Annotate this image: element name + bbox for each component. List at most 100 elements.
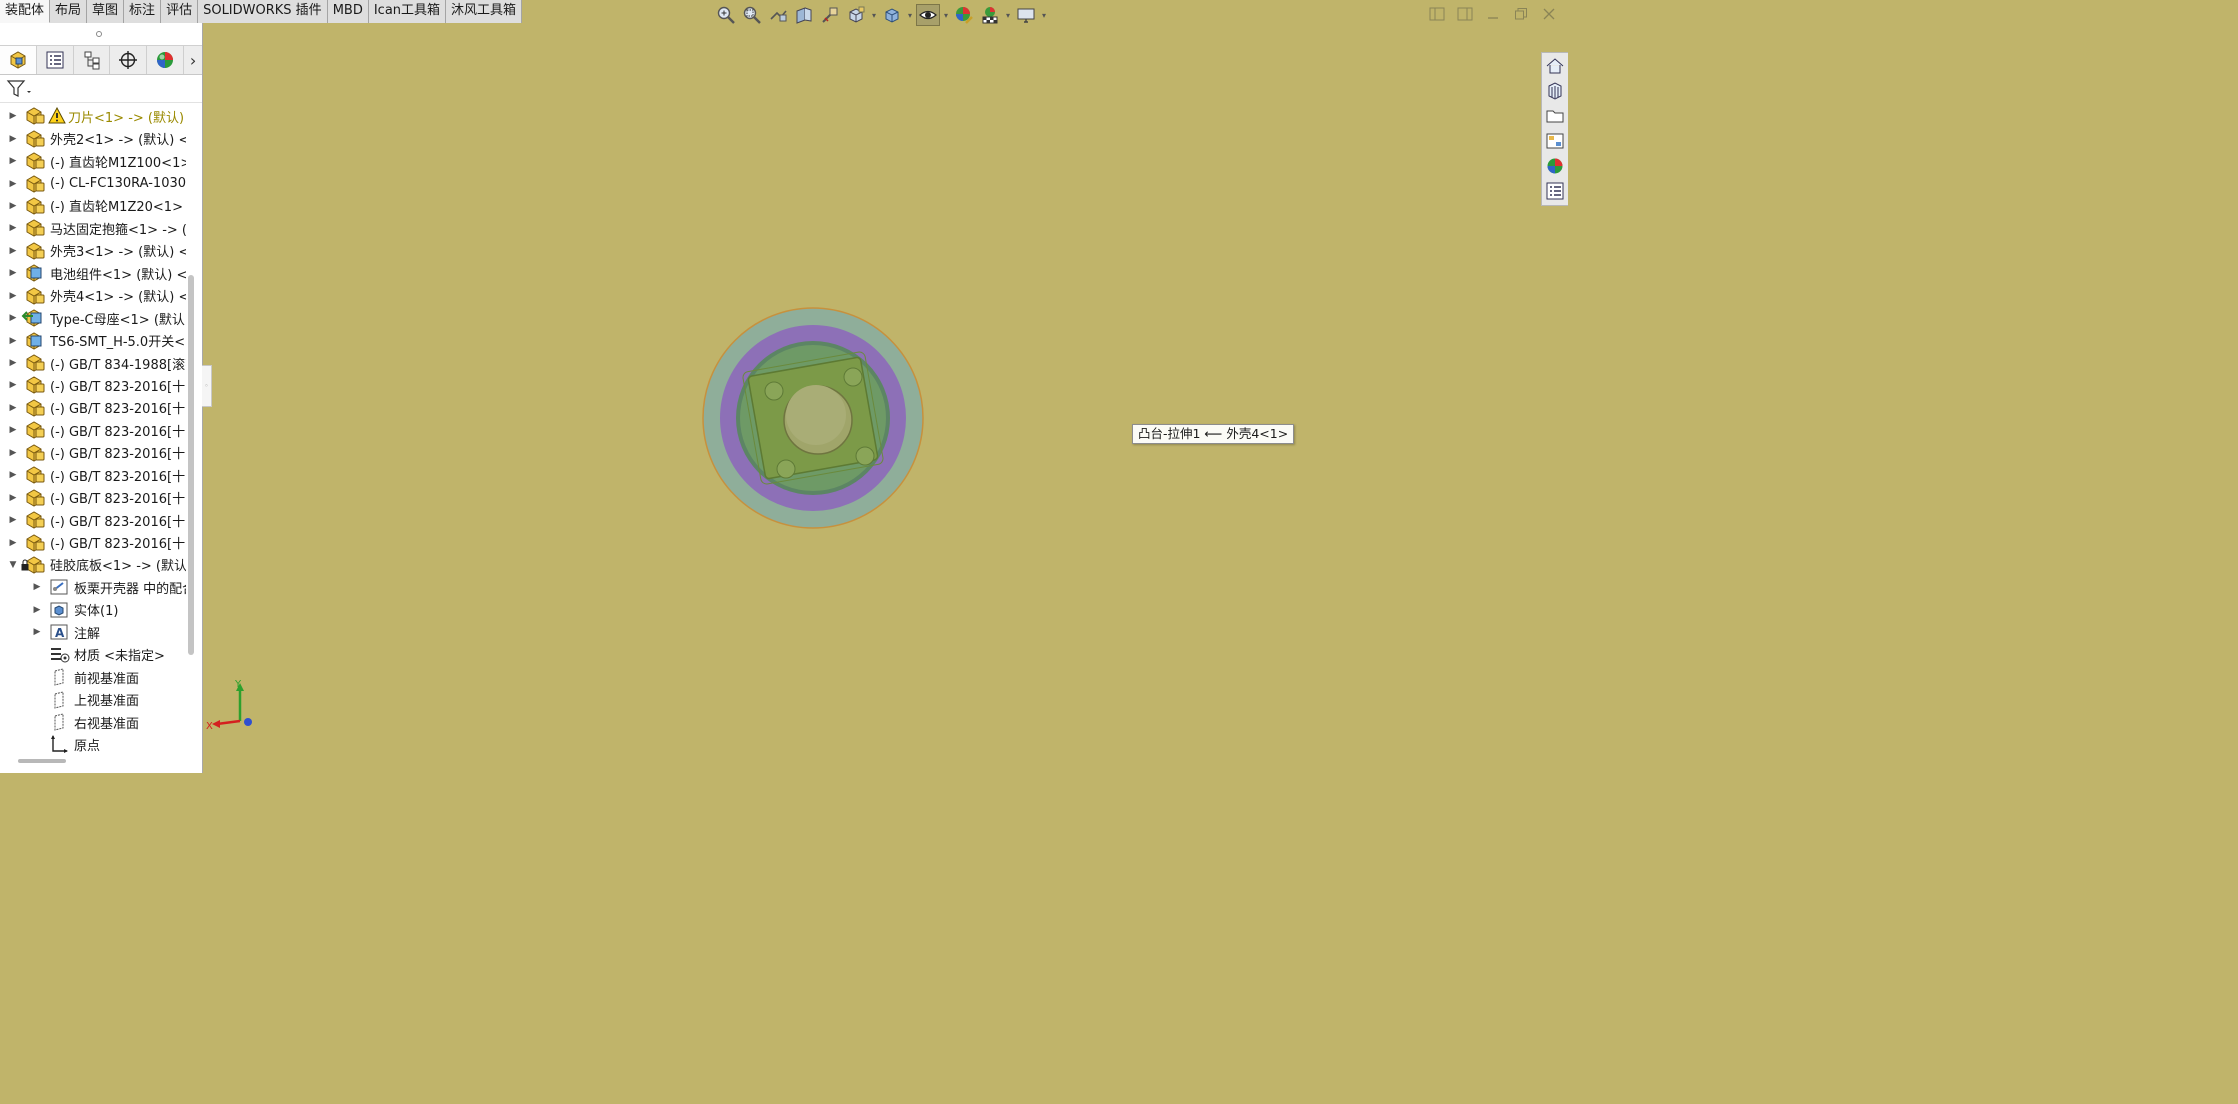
tree-row-label: 外壳3<1> -> (默认) << [50,245,186,261]
chevron-down-icon[interactable]: ▾ [942,11,950,20]
tile-left-icon[interactable] [1426,4,1448,24]
tree-row[interactable]: ▶ (-) GB/T 823-2016[十字 [0,397,186,419]
tree-row[interactable]: ▶ (-) GB/T 823-2016[十字 [0,531,186,553]
file-explorer-icon[interactable] [1543,103,1568,128]
tree-row[interactable]: ▶ A 注解 [0,621,186,643]
tree-row[interactable]: ▶ (-) 直齿轮M1Z20<1> ( [0,195,186,217]
expand-arrow-icon[interactable]: ▶ [8,268,18,278]
chevron-down-icon[interactable]: ▾ [1040,11,1048,20]
tree-row[interactable]: ▶ Type-C母座<1> (默认) [0,307,186,329]
tree-row[interactable]: ▶ (-) GB/T 823-2016[十字 [0,509,186,531]
chevron-down-icon[interactable]: ▾ [870,11,878,20]
tree-row[interactable]: ▶ 外壳4<1> -> (默认) << [0,285,186,307]
view-palette-icon[interactable] [1543,128,1568,153]
command-tab[interactable]: 布局 [50,0,88,23]
expand-arrow-icon[interactable]: ▶ [8,493,18,503]
command-tab[interactable]: 标注 [124,0,162,23]
tree-row[interactable]: ▶ (-) GB/T 823-2016[十字 [0,419,186,441]
expand-arrow-icon[interactable]: ▶ [8,380,18,390]
tree-row[interactable]: ▶ 外壳2<1> -> (默认) << [0,127,186,149]
tree-row[interactable]: ▶ (-) GB/T 834-1988[滚花 [0,352,186,374]
expand-arrow-icon[interactable]: ▶ [32,582,42,592]
dimxpert-manager-tab-icon[interactable] [110,46,148,74]
splitter-handle-icon[interactable] [96,31,102,37]
tree-vertical-scrollbar[interactable] [188,275,194,655]
expand-arrow-icon[interactable]: ▶ [8,134,18,144]
command-tab[interactable]: SOLIDWORKS 插件 [198,0,328,23]
command-tab[interactable]: 沐风工具箱 [446,0,523,23]
tree-row[interactable]: ▶ (-) 直齿轮M1Z100<1> [0,150,186,172]
tree-row[interactable]: ▶ (-) GB/T 823-2016[十字 [0,442,186,464]
tile-right-icon[interactable] [1454,4,1476,24]
expand-arrow-icon[interactable]: ▶ [8,538,18,548]
tree-horizontal-scrollbar[interactable] [18,759,66,763]
expand-arrow-icon[interactable]: ▶ [8,470,18,480]
minimize-icon[interactable] [1482,4,1504,24]
expand-arrow-icon[interactable]: ▶ [8,246,18,256]
tree-row[interactable]: 材质 <未指定> [0,644,186,666]
expand-arrow-icon[interactable]: ▶ [8,313,18,323]
graphics-area[interactable]: Y X [203,23,1541,773]
command-tab[interactable]: Ican工具箱 [368,0,447,23]
tree-row[interactable]: ▶ 板栗开壳器 中的配合 [0,576,186,598]
expand-arrow-icon[interactable]: ▶ [8,223,18,233]
display-manager-tab-icon[interactable] [147,46,185,74]
expand-arrow-icon[interactable]: ▶ [32,627,42,637]
design-library-icon[interactable] [1543,78,1568,103]
material-icon [48,645,70,665]
tree-row[interactable]: 前视基准面 [0,666,186,688]
close-icon[interactable] [1538,4,1560,24]
expand-arrow-icon[interactable]: ▶ [8,448,18,458]
chevron-down-icon[interactable]: ▾ [1004,11,1012,20]
model-geometry[interactable] [702,307,924,529]
tree-row[interactable]: ▶ 刀片<1> -> (默认) [0,105,186,127]
tree-row[interactable]: ▶ 电池组件<1> (默认) <默 [0,262,186,284]
tree-row[interactable]: ▶ 实体(1) [0,599,186,621]
expand-arrow-icon[interactable]: ▶ [8,336,18,346]
expand-arrow-icon[interactable]: ▶ [8,515,18,525]
expand-arrow-icon[interactable]: ▶ [8,201,18,211]
expand-arrow-icon[interactable]: ▶ [8,179,18,189]
expand-arrow-icon[interactable]: ▶ [8,111,18,121]
tree-row[interactable]: ▶ (-) GB/T 823-2016[十字 [0,374,186,396]
expand-arrow-icon[interactable]: ▶ [8,403,18,413]
switch-pin-top-left[interactable] [764,381,784,401]
tree-row[interactable]: 上视基准面 [0,688,186,710]
restore-icon[interactable] [1510,4,1532,24]
switch-pin-bottom-right[interactable] [855,446,875,466]
expand-arrow-icon[interactable]: ▶ [32,605,42,615]
chevron-right-icon[interactable]: › [184,46,202,74]
tree-row[interactable]: ▶ TS6-SMT_H-5.0开关<1 [0,329,186,351]
tree-filter[interactable] [0,75,202,103]
command-tab[interactable]: 评估 [161,0,199,23]
tree-row[interactable]: 原点 [0,733,186,755]
command-tab[interactable]: 装配体 [0,0,51,23]
tree-row[interactable]: ▶ (-) CL-FC130RA-10300 [0,172,186,194]
custom-properties-icon[interactable] [1543,178,1568,203]
tree-row[interactable]: 右视基准面 [0,711,186,733]
tree-row[interactable]: ▶ (-) GB/T 823-2016[十字 [0,486,186,508]
switch-pin-top-right[interactable] [843,367,863,387]
expand-arrow-icon[interactable]: ▶ [8,156,18,166]
property-manager-tab-icon[interactable] [37,46,74,74]
expand-arrow-icon[interactable]: ▶ [8,425,18,435]
expand-arrow-icon[interactable]: ▶ [8,291,18,301]
expand-arrow-icon[interactable]: ▶ [8,358,18,368]
collapse-arrow-icon[interactable]: ▼ [8,560,18,570]
panel-splitter[interactable] [0,23,202,45]
tree-row[interactable]: ▶ (-) GB/T 823-2016[十字 [0,464,186,486]
switch-pin-bottom-left[interactable] [776,459,796,479]
configuration-manager-tab-icon[interactable] [74,46,111,74]
tree-row[interactable]: ▶ 外壳3<1> -> (默认) << [0,240,186,262]
filter-icon[interactable] [6,79,32,99]
appearances-icon[interactable] [1543,153,1568,178]
feature-manager-tab-icon[interactable] [0,46,37,74]
command-tab[interactable]: 草图 [87,0,125,23]
tree-row-label: 外壳2<1> -> (默认) << [50,133,186,149]
home-icon[interactable] [1543,53,1568,78]
tree-row[interactable]: ▼ 硅胶底板<1> -> (默认) [0,554,186,576]
tree-row[interactable]: ▶ 马达固定抱箍<1> -> (默 [0,217,186,239]
chevron-down-icon[interactable]: ▾ [906,11,914,20]
model-view[interactable]: Y X [203,23,1541,773]
command-tab[interactable]: MBD [327,0,369,23]
